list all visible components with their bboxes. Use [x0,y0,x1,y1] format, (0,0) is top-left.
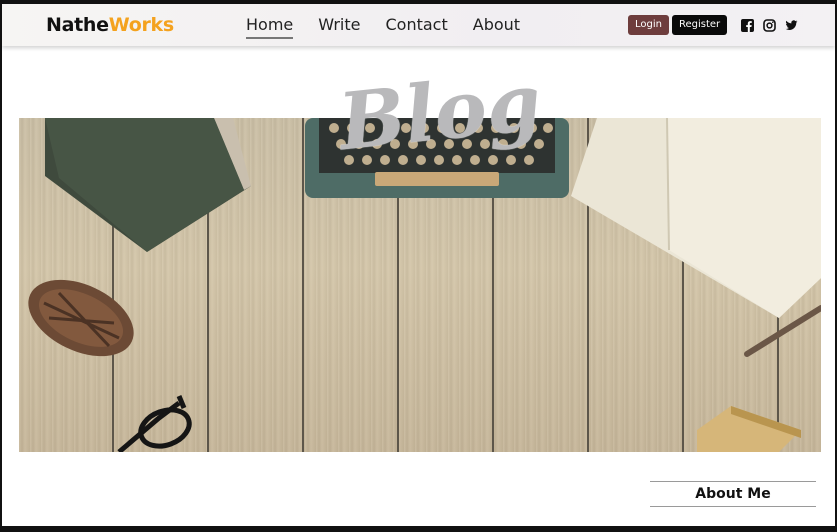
sidebar-about-header: About Me [650,481,816,507]
book-shape [45,118,251,252]
top-navbar: NatheWorks Home Write Contact About Logi… [2,4,835,46]
login-button[interactable]: Login [628,15,669,35]
page-frame: NatheWorks Home Write Contact About Logi… [2,4,835,526]
about-me-title: About Me [695,486,771,502]
instagram-icon[interactable] [763,17,776,32]
nav-write[interactable]: Write [318,15,360,39]
logo-text-primary: Nathe [46,14,109,36]
pinecone-shape [28,279,134,357]
register-button[interactable]: Register [672,15,728,35]
nav-contact[interactable]: Contact [386,15,448,39]
main-nav: Home Write Contact About [246,15,520,39]
twitter-icon[interactable] [785,17,798,30]
twig-shape [744,305,821,357]
open-notebook-shape [571,118,821,318]
logo-text-accent: Works [108,14,174,36]
nav-about[interactable]: About [473,15,520,39]
social-links [741,17,798,32]
facebook-icon[interactable] [741,17,754,32]
nav-home[interactable]: Home [246,15,294,39]
desk-illustration [28,118,821,452]
box-shape [697,406,801,452]
hero-banner-image [19,118,821,452]
glasses-shape [117,395,192,452]
site-logo[interactable]: NatheWorks [46,13,174,37]
